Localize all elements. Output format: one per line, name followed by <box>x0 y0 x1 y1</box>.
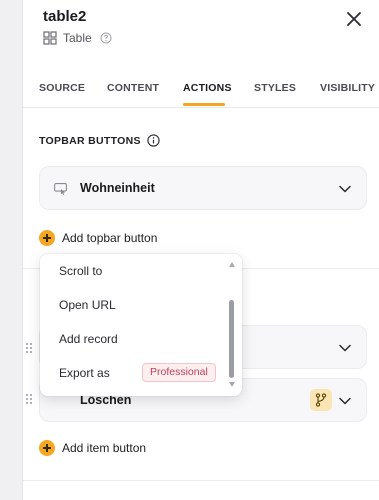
tab-content[interactable]: CONTENT <box>107 82 159 94</box>
dropdown-option-scroll-to[interactable]: Scroll to <box>59 264 102 278</box>
dropdown-scrollbar[interactable] <box>228 258 236 392</box>
professional-badge: Professional <box>142 363 216 382</box>
scroll-down-arrow[interactable] <box>229 382 235 387</box>
canvas-edge <box>0 0 23 500</box>
button-icon <box>54 183 67 195</box>
close-icon[interactable] <box>345 10 363 28</box>
tab-bar: SOURCE CONTENT ACTIONS STYLES VISIBILITY <box>23 70 379 108</box>
scroll-up-arrow[interactable] <box>229 262 235 267</box>
action-type-dropdown: Scroll to Open URL Add record Export as … <box>40 254 242 396</box>
add-topbar-button[interactable]: Add topbar button <box>39 230 157 246</box>
topbar-button-card[interactable]: Wohneinheit <box>39 166 367 210</box>
tab-actions[interactable]: ACTIONS <box>183 82 232 94</box>
chevron-down-icon[interactable] <box>339 344 351 352</box>
scroll-thumb[interactable] <box>229 300 234 378</box>
add-topbar-button-label: Add topbar button <box>62 231 158 245</box>
dropdown-option-add-record[interactable]: Add record <box>59 332 118 346</box>
branch-icon <box>315 393 327 407</box>
help-icon[interactable] <box>100 32 112 44</box>
component-type: Table <box>43 31 112 45</box>
info-icon[interactable] <box>147 134 160 147</box>
branch-badge <box>310 389 332 411</box>
add-item-button[interactable]: Add item button <box>39 440 146 456</box>
properties-panel: table2 Table SOURCE CONTENT ACTIONS STYL… <box>23 0 379 500</box>
table-grid-icon <box>43 31 57 45</box>
dropdown-option-open-url[interactable]: Open URL <box>59 298 116 312</box>
plus-icon <box>39 230 55 246</box>
component-type-label: Table <box>63 31 92 45</box>
chevron-down-icon[interactable] <box>339 397 351 405</box>
section-title-label: TOPBAR BUTTONS <box>39 134 141 147</box>
chevron-down-icon[interactable] <box>339 185 351 193</box>
add-item-button-label: Add item button <box>62 441 147 455</box>
dropdown-option-export-as[interactable]: Export as <box>59 366 110 380</box>
topbar-buttons-heading: TOPBAR BUTTONS <box>39 134 160 147</box>
tab-source[interactable]: SOURCE <box>39 82 85 94</box>
panel-header: table2 Table <box>23 0 379 64</box>
active-tab-indicator <box>183 103 225 106</box>
tab-styles[interactable]: STYLES <box>254 82 296 94</box>
topbar-button-label: Wohneinheit <box>80 181 155 195</box>
drag-handle-icon[interactable] <box>25 393 33 405</box>
plus-icon <box>39 440 55 456</box>
tab-visibility[interactable]: VISIBILITY <box>320 82 375 94</box>
section-divider <box>23 480 379 481</box>
component-title: table2 <box>43 8 87 25</box>
drag-handle-icon[interactable] <box>25 342 33 354</box>
